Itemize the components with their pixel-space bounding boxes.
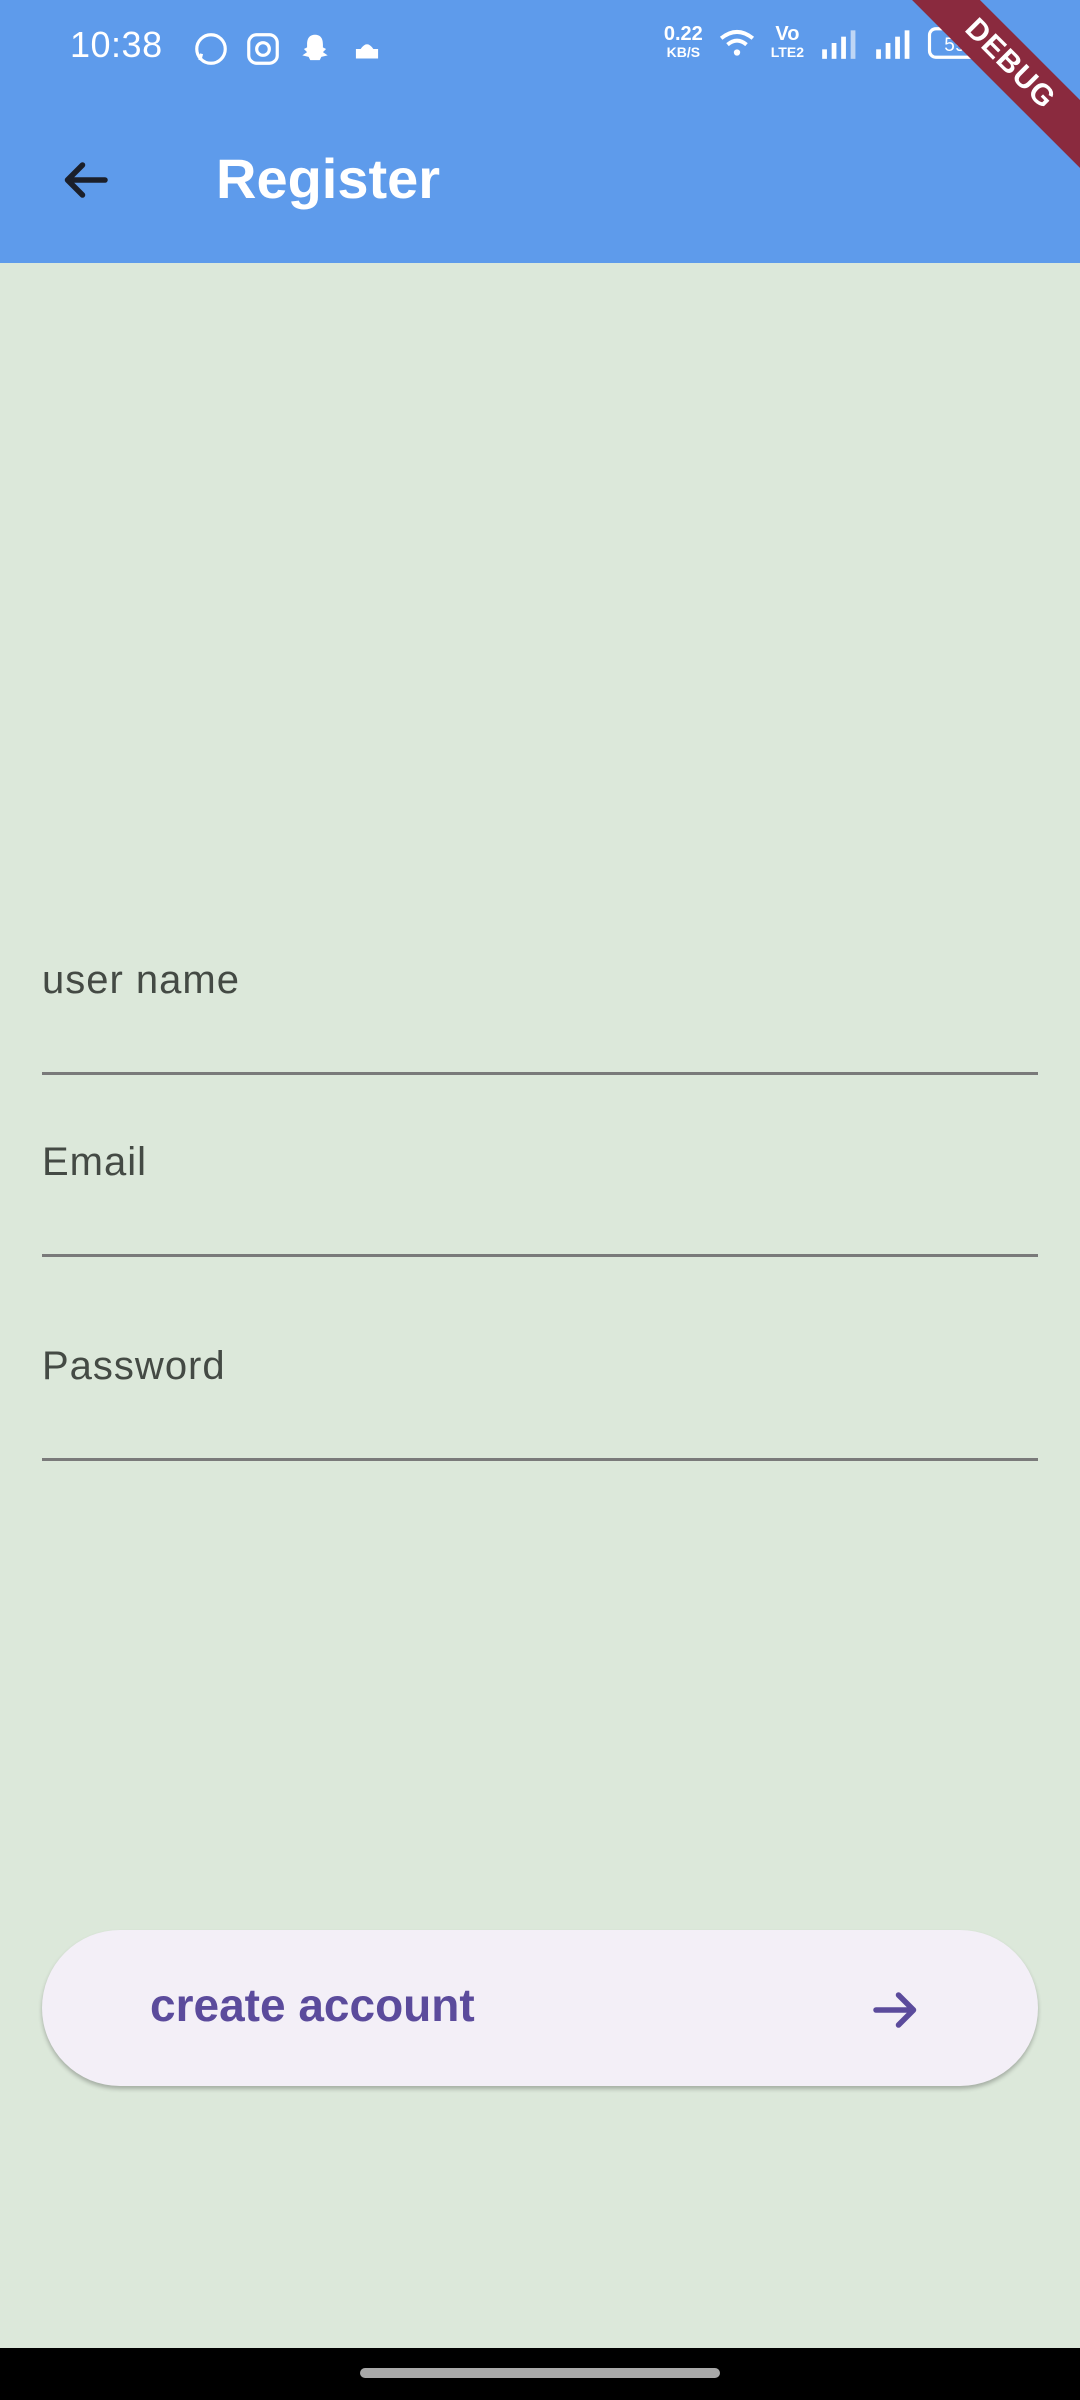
arrow-forward-icon	[873, 1992, 917, 2028]
email-label: Email	[42, 1140, 148, 1184]
create-account-button[interactable]: create account	[42, 1930, 1038, 2086]
username-underline	[42, 1072, 1038, 1075]
wifi-icon	[719, 29, 754, 56]
network-speed: 0.22 KB/S	[663, 23, 703, 61]
network-speed-unit: KB/S	[666, 44, 701, 60]
instagram-icon	[247, 33, 279, 65]
notification-icons	[192, 30, 386, 68]
create-account-label: create account	[150, 1979, 475, 2031]
volte-bottom: LTE2	[770, 44, 804, 60]
snapchat-icon	[302, 34, 328, 61]
signal-icon	[876, 30, 910, 59]
arrow-back-icon	[64, 162, 108, 198]
email-field[interactable]: Email	[42, 1140, 1038, 1260]
whatsapp-icon	[195, 33, 227, 65]
password-field[interactable]: Password	[42, 1344, 1038, 1464]
username-label: user name	[42, 958, 240, 1002]
prayer-app-icon	[355, 44, 379, 59]
password-underline	[42, 1458, 1038, 1461]
username-field[interactable]: user name	[42, 958, 1038, 1078]
password-label: Password	[42, 1344, 226, 1388]
status-time: 10:38	[70, 24, 163, 65]
signal-icon	[822, 30, 856, 59]
volte-indicator: Vo LTE2	[770, 23, 804, 61]
status-bar: 10:38 0.22 KB/S Vo LTE2 59	[0, 0, 1080, 96]
volte-top: Vo	[775, 23, 800, 45]
email-underline	[42, 1254, 1038, 1257]
page-title: Register	[216, 147, 441, 210]
home-gesture-pill[interactable]	[360, 2368, 720, 2378]
network-speed-value: 0.22	[663, 23, 703, 45]
back-button[interactable]	[40, 140, 130, 220]
